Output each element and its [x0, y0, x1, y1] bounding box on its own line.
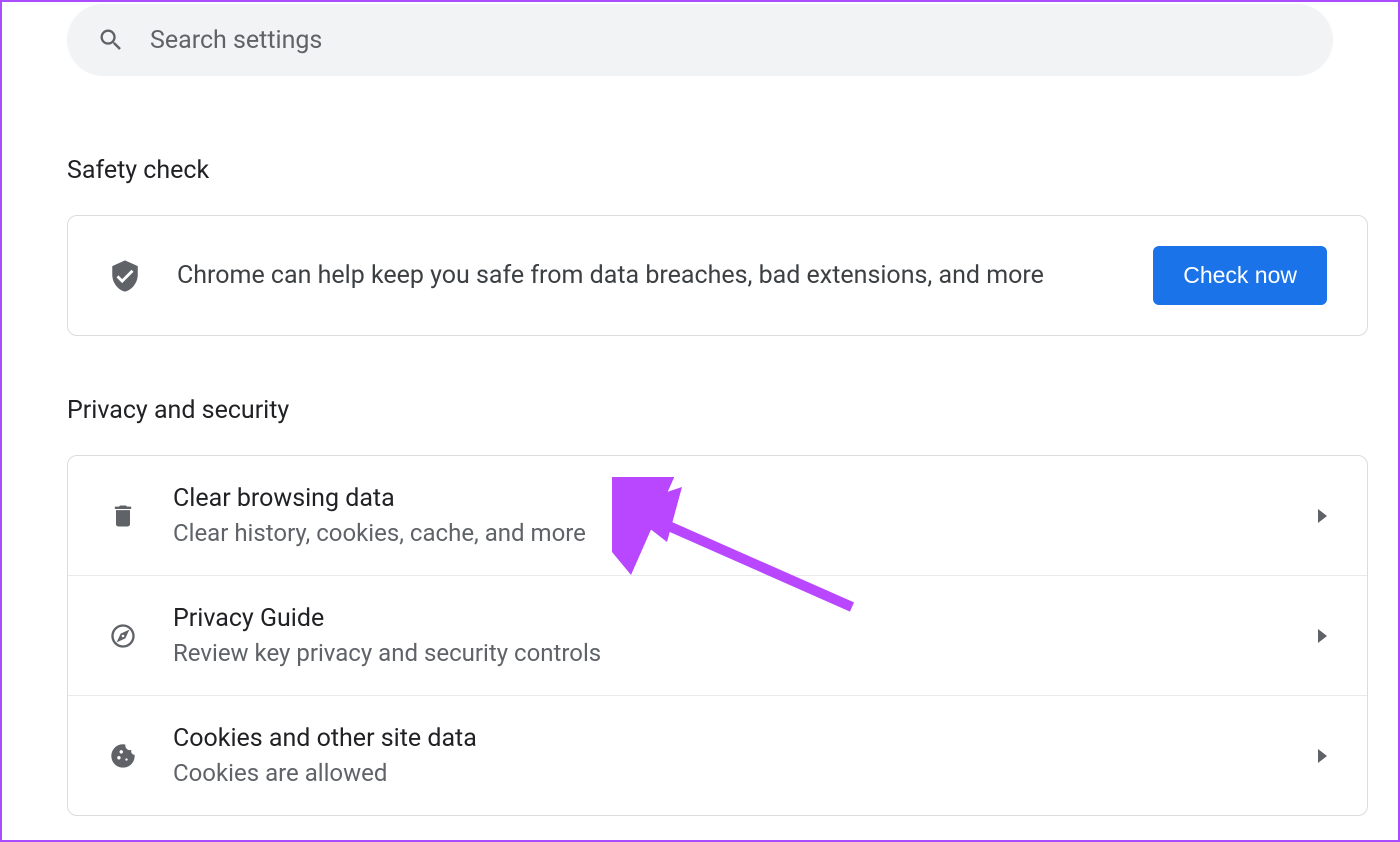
- cookies-row[interactable]: Cookies and other site data Cookies are …: [68, 696, 1367, 815]
- row-title: Privacy Guide: [173, 604, 1318, 633]
- trash-icon: [108, 501, 138, 531]
- chevron-right-icon: [1318, 749, 1327, 763]
- safety-check-description: Chrome can help keep you safe from data …: [177, 261, 1153, 290]
- privacy-settings-card: Clear browsing data Clear history, cooki…: [67, 455, 1368, 816]
- section-title-safety-check: Safety check: [67, 156, 1398, 185]
- search-placeholder: Search settings: [150, 26, 322, 55]
- row-subtitle: Review key privacy and security controls: [173, 639, 1318, 667]
- chevron-right-icon: [1318, 629, 1327, 643]
- clear-browsing-data-row[interactable]: Clear browsing data Clear history, cooki…: [68, 456, 1367, 576]
- row-title: Clear browsing data: [173, 484, 1318, 513]
- search-icon: [97, 26, 125, 54]
- section-title-privacy: Privacy and security: [67, 396, 1398, 425]
- shield-check-icon: [108, 257, 142, 295]
- row-title: Cookies and other site data: [173, 724, 1318, 753]
- search-bar[interactable]: Search settings: [67, 4, 1333, 76]
- compass-icon: [108, 621, 138, 651]
- safety-check-card: Chrome can help keep you safe from data …: [67, 215, 1368, 336]
- row-subtitle: Cookies are allowed: [173, 759, 1318, 787]
- privacy-guide-row[interactable]: Privacy Guide Review key privacy and sec…: [68, 576, 1367, 696]
- row-subtitle: Clear history, cookies, cache, and more: [173, 519, 1318, 547]
- check-now-button[interactable]: Check now: [1153, 246, 1327, 305]
- cookie-icon: [108, 741, 138, 771]
- chevron-right-icon: [1318, 509, 1327, 523]
